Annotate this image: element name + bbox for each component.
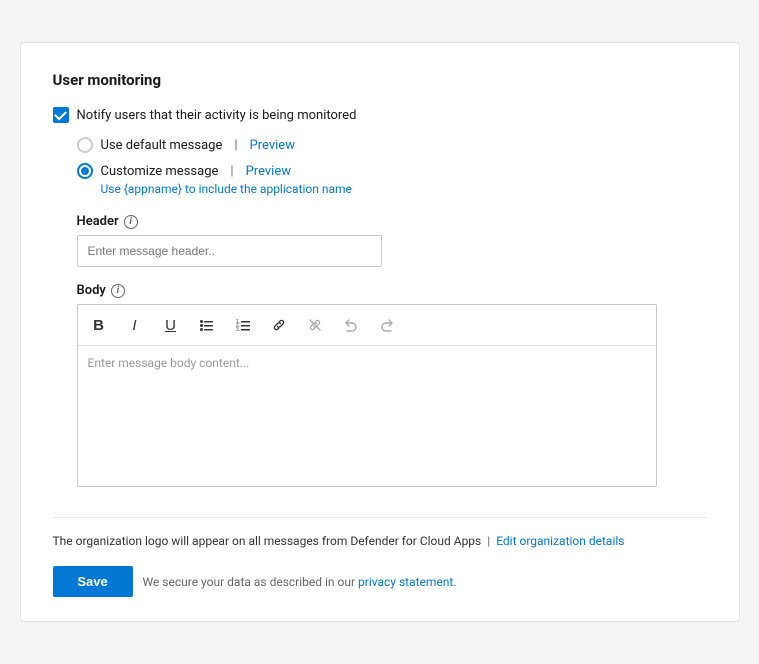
radio-group: Use default message | Preview Customize …: [77, 137, 707, 196]
toolbar-underline-button[interactable]: U: [154, 309, 188, 341]
body-editor[interactable]: Enter message body content...: [78, 346, 656, 486]
toolbar-undo-button[interactable]: [334, 309, 368, 341]
notify-checkbox-label: Notify users that their activity is bein…: [77, 108, 357, 123]
notify-checkbox-row[interactable]: Notify users that their activity is bein…: [53, 107, 707, 123]
editor-container: B I U 1.: [77, 304, 657, 487]
customize-hint: Use {appname} to include the application…: [101, 182, 707, 196]
toolbar-bold-button[interactable]: B: [82, 309, 116, 341]
body-section: Body i B I U: [77, 283, 707, 487]
svg-text:3.: 3.: [236, 327, 240, 333]
header-label: Header i: [77, 214, 707, 229]
preview-link-customize[interactable]: Preview: [246, 164, 291, 179]
privacy-text: We secure your data as described in our …: [143, 575, 457, 589]
preview-link-default[interactable]: Preview: [250, 138, 295, 153]
toolbar-redo-button[interactable]: [370, 309, 404, 341]
body-placeholder: Enter message body content...: [88, 356, 250, 370]
page-title: User monitoring: [53, 71, 707, 89]
header-section: Header i: [77, 214, 707, 267]
user-monitoring-card: User monitoring Notify users that their …: [20, 42, 740, 622]
toolbar: B I U 1.: [78, 305, 656, 346]
toolbar-italic-button[interactable]: I: [118, 309, 152, 341]
radio-row-customize[interactable]: Customize message | Preview: [77, 163, 707, 179]
radio-customize-container: Customize message | Preview Use {appname…: [77, 163, 707, 196]
toolbar-link-button[interactable]: [262, 309, 296, 341]
header-input[interactable]: [77, 235, 382, 267]
toolbar-bullet-list-button[interactable]: [190, 309, 224, 341]
footer-bar: The organization logo will appear on all…: [53, 517, 707, 548]
radio-customize-dot: [81, 167, 89, 175]
radio-customize-label: Customize message: [101, 164, 219, 179]
edit-org-details-link[interactable]: Edit organization details: [496, 534, 624, 548]
body-label: Body i: [77, 283, 707, 298]
save-button[interactable]: Save: [53, 566, 133, 597]
privacy-link[interactable]: privacy statement.: [358, 575, 456, 589]
footer-pipe: |: [487, 534, 490, 548]
radio-default-label: Use default message: [101, 138, 223, 153]
toolbar-numbered-list-button[interactable]: 1. 2. 3.: [226, 309, 260, 341]
radio-customize[interactable]: [77, 163, 93, 179]
actions-row: Save We secure your data as described in…: [53, 566, 707, 597]
radio-row-default[interactable]: Use default message | Preview: [77, 137, 707, 153]
body-info-icon[interactable]: i: [111, 284, 125, 298]
separator-1: |: [234, 138, 237, 153]
separator-2: |: [230, 164, 233, 179]
footer-text: The organization logo will appear on all…: [53, 534, 482, 548]
header-info-icon[interactable]: i: [124, 215, 138, 229]
toolbar-unlink-button[interactable]: [298, 309, 332, 341]
notify-checkbox[interactable]: [53, 107, 69, 123]
radio-default[interactable]: [77, 137, 93, 153]
